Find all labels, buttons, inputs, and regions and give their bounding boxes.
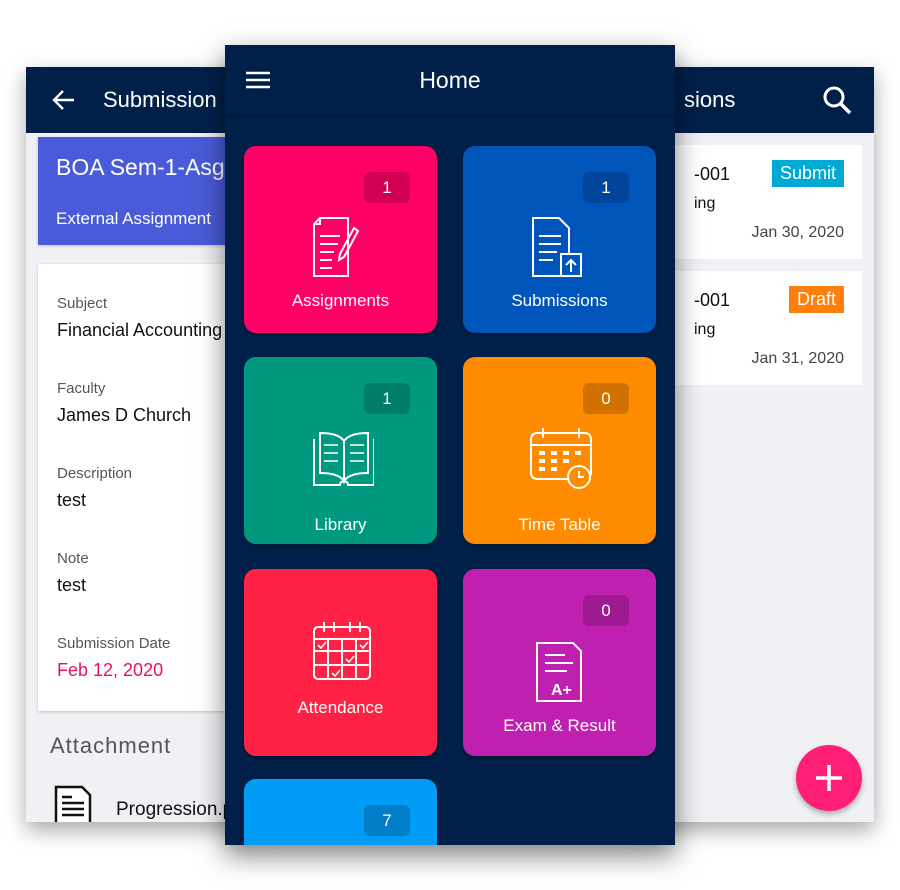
tile-attendance[interactable]: Attendance	[244, 569, 437, 756]
tile-exam-result[interactable]: 0 A+ Exam & Result	[463, 569, 656, 756]
tile-assignments[interactable]: 1 Assignments	[244, 146, 437, 333]
subject-value: Financial Accounting	[57, 320, 223, 340]
home-screen: Home 1 Assignments 1 Submissions 1 Library 0 Ti…	[225, 45, 675, 845]
assignment-icon	[313, 217, 360, 277]
attendance-calendar-icon	[313, 622, 371, 680]
document-icon	[54, 785, 92, 822]
submission-date-value: Feb 12, 2020	[57, 660, 164, 680]
submission-list-item[interactable]: -001 ing Draft Jan 31, 2020	[664, 271, 862, 385]
item-subject: ing	[694, 195, 716, 212]
item-code: -001	[694, 290, 731, 310]
book-icon	[313, 431, 374, 486]
tile-more[interactable]: 7	[244, 779, 437, 845]
search-icon[interactable]	[822, 85, 852, 115]
status-badge: Draft	[788, 286, 844, 313]
tile-library[interactable]: 1 Library	[244, 357, 437, 544]
exam-result-icon: A+	[536, 642, 582, 702]
count-badge: 1	[583, 172, 629, 203]
attachment-file-link[interactable]: Progression.p	[116, 799, 233, 821]
description-value: test	[57, 490, 87, 510]
tile-label: Submissions	[511, 291, 608, 310]
count-badge: 0	[583, 383, 629, 414]
attachment-heading: Attachment	[50, 733, 172, 758]
faculty-value: James D Church	[57, 405, 192, 425]
status-badge: Submit	[771, 160, 844, 187]
tile-label: Library	[314, 515, 367, 534]
svg-text:A+: A+	[551, 682, 572, 699]
subject-label: Subject	[57, 295, 108, 312]
tile-label: Assignments	[291, 291, 390, 310]
add-fab-button[interactable]	[796, 745, 862, 811]
description-label: Description	[57, 465, 133, 482]
tile-label: Time Table	[518, 515, 601, 534]
app-bar: Home	[225, 45, 675, 115]
assignment-type: External Assignment	[56, 209, 211, 228]
count-badge: 7	[364, 805, 410, 836]
screen-title: Submission	[103, 87, 217, 112]
tile-time-table[interactable]: 0 Time Table	[463, 357, 656, 544]
plus-icon	[816, 765, 842, 791]
item-code: -001	[694, 164, 731, 184]
screen-title: Home	[419, 67, 481, 93]
tile-submissions[interactable]: 1 Submissions	[463, 146, 656, 333]
calendar-clock-icon	[530, 428, 592, 489]
tile-label: Attendance	[297, 698, 384, 717]
submission-list-item[interactable]: -001 ing Submit Jan 30, 2020	[664, 145, 862, 259]
assignment-title: BOA Sem-1-Asg	[56, 154, 225, 180]
back-arrow-icon[interactable]	[52, 89, 76, 111]
submission-date-label: Submission Date	[57, 635, 171, 652]
tile-label: Exam & Result	[503, 716, 616, 735]
note-label: Note	[57, 550, 89, 567]
count-badge: 1	[364, 383, 410, 414]
item-date: Jan 30, 2020	[751, 224, 844, 241]
faculty-label: Faculty	[57, 380, 106, 397]
count-badge: 1	[364, 172, 410, 203]
count-badge: 0	[583, 595, 629, 626]
item-subject: ing	[694, 321, 716, 338]
screen-title: sions	[684, 87, 736, 112]
note-value: test	[57, 575, 87, 595]
submission-icon	[532, 217, 582, 277]
item-date: Jan 31, 2020	[751, 350, 844, 367]
